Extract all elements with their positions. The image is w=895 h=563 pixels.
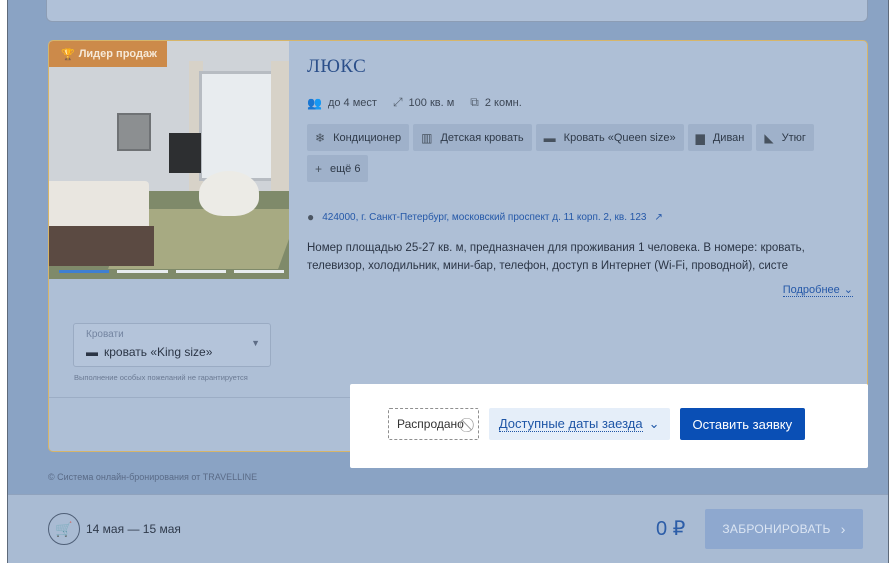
powered-by[interactable]: © Система онлайн-бронирования от TRAVELL… [48,472,257,482]
bestseller-badge: 🏆 Лидер продаж [49,41,167,67]
photo-dot-3[interactable] [175,270,226,273]
previous-room-card [46,0,868,22]
photo-dot-2[interactable] [117,270,168,273]
beds-select-label: Кровати [86,329,124,340]
photo-dot-1[interactable] [59,270,110,273]
beds-select[interactable]: Кровати ▬ кровать «King size» ▼ [73,323,271,367]
room-actions: Распродано ⃠ Доступные даты заезда ⌄ Ост… [388,408,806,440]
special-requests-note: Выполнение особых пожеланий не гарантиру… [74,373,248,382]
booking-frame: 🏆 Лидер продаж ЛЮКС 👥 до 4 мест ⤢ 100 кв… [7,0,889,563]
bed-icon: ▬ [543,130,556,145]
book-button[interactable]: ЗАБРОНИРОВАТЬ › [705,509,863,549]
sofa-icon: ▆ [695,130,705,145]
guests-icon: 👥 [307,95,322,110]
photo-dot-4[interactable] [233,270,284,273]
bed-icon: ▬ [86,345,98,359]
amenities-more[interactable]: + ещё 6 [307,155,369,182]
amenity-air-conditioner: ❄ Кондиционер [307,124,410,151]
cart-icon[interactable]: 🛒 [48,513,80,545]
more-details-link[interactable]: Подробнее ⌄ [782,283,853,297]
booking-summary-bar: 🛒 14 мая — 15 мая 0 ₽ ЗАБРОНИРОВАТЬ › [8,494,888,563]
action-highlight-panel: Распродано ⃠ Доступные даты заезда ⌄ Ост… [350,384,868,468]
spec-guests: 👥 до 4 мест [307,95,377,110]
crib-icon: ▥ [421,130,433,145]
amenity-iron: ◣ Утюг [756,124,814,151]
beds-select-value: ▬ кровать «King size» [86,345,213,359]
external-link-icon[interactable]: ↗ [654,212,662,223]
amenity-baby-cot: ▥ Детская кровать [413,124,532,151]
rooms-icon: ⧉ [470,95,479,109]
total-price: 0 ₽ [656,518,686,540]
amenity-queen-bed: ▬ Кровать «Queen size» [535,124,684,151]
location-pin-icon: ● [307,210,315,224]
chevron-right-icon: › [840,521,846,537]
room-photo[interactable]: 🏆 Лидер продаж [49,41,289,279]
amenity-sofa: ▆ Диван [687,124,753,151]
available-dates-button[interactable]: Доступные даты заезда ⌄ [488,408,670,440]
room-specs: 👥 до 4 мест ⤢ 100 кв. м ⧉ 2 комн. [307,95,522,110]
soldout-label: Распродано ⃠ [388,408,479,440]
area-icon: ⤢ [392,95,403,109]
snowflake-icon: ❄ [315,130,326,145]
spec-area: ⤢ 100 кв. м [392,95,455,109]
room-address[interactable]: ● 424000, г. Санкт-Петербург, московский… [307,210,663,224]
plus-icon: + [315,161,323,176]
spec-rooms: ⧉ 2 комн. [470,95,522,109]
caret-down-icon: ▼ [251,338,260,348]
room-description: Номер площадью 25-27 кв. м, предназначен… [307,242,805,272]
address-text: 424000, г. Санкт-Петербург, московский п… [322,211,647,223]
chevron-down-icon: ⌄ [648,416,660,431]
iron-icon: ◣ [764,130,774,145]
amenities-list: ❄ Кондиционер ▥ Детская кровать ▬ Кроват… [307,124,867,182]
badge-label: Лидер продаж [78,48,157,60]
selected-dates: 14 мая — 15 мая [86,522,181,536]
room-title: ЛЮКС [307,56,367,77]
photo-pagination [59,270,284,273]
leave-request-button[interactable]: Оставить заявку [679,408,806,440]
chevron-down-icon: ⌄ [843,284,853,296]
trophy-icon: 🏆 [61,48,75,61]
copyright-icon: © [48,472,55,482]
